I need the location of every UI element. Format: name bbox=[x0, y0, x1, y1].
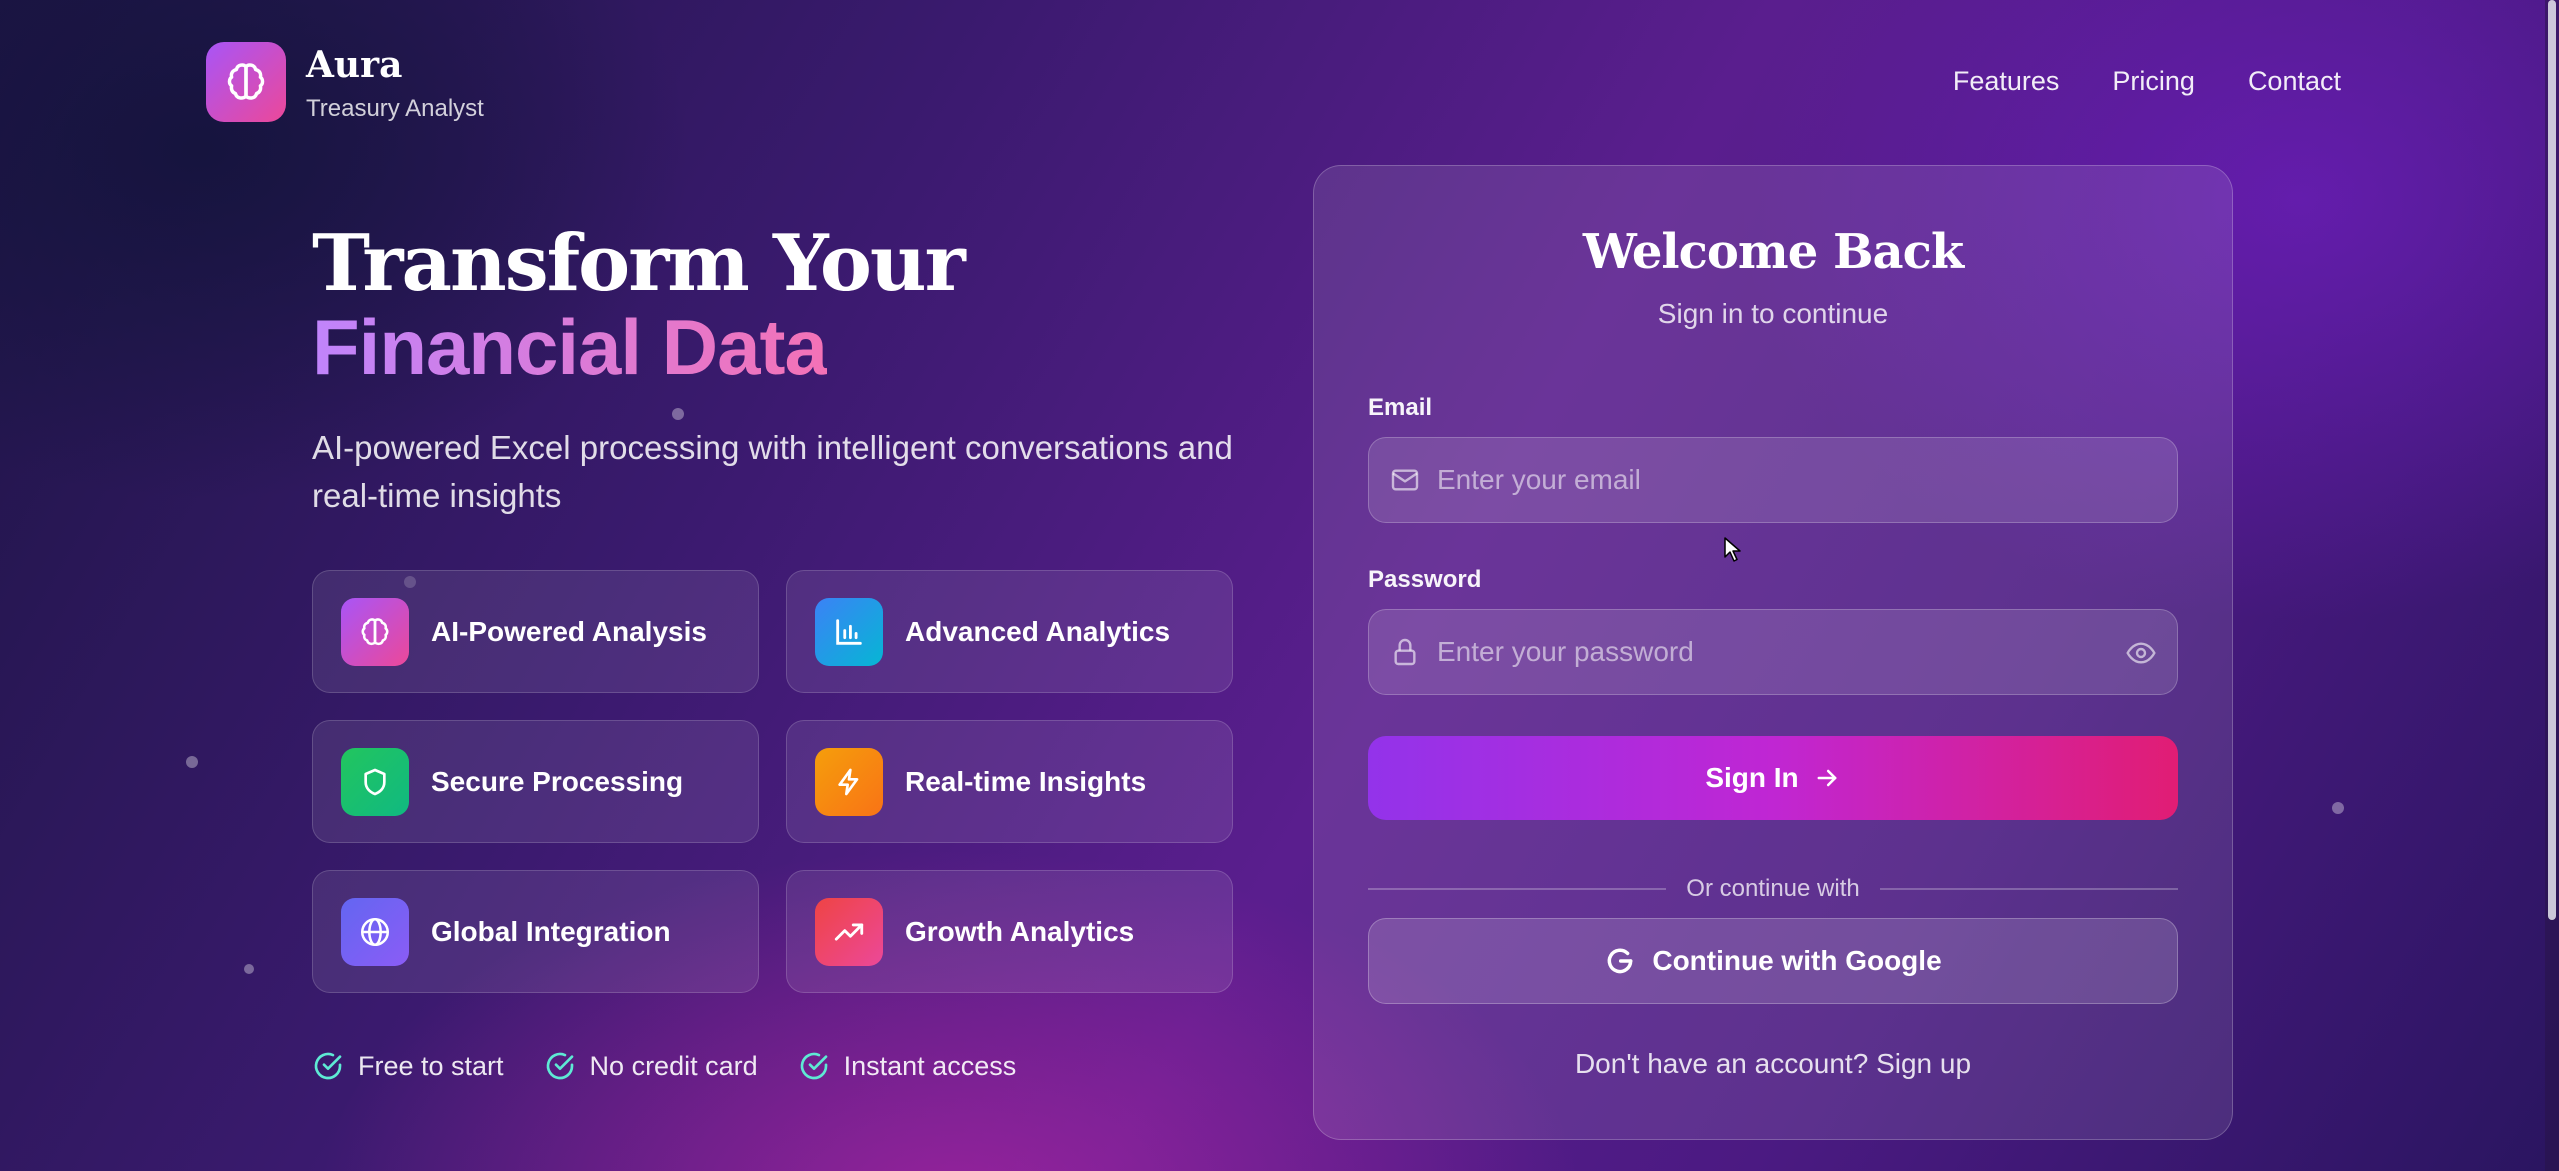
feature-label: Secure Processing bbox=[431, 765, 684, 797]
perk-label: Instant access bbox=[843, 1050, 1017, 1081]
sign-up-link[interactable]: Don't have an account? Sign up bbox=[1575, 1048, 1971, 1079]
divider-line bbox=[1368, 888, 1667, 890]
feature-label: Global Integration bbox=[431, 915, 671, 947]
perk-label: Free to start bbox=[358, 1050, 504, 1081]
feature-label: Growth Analytics bbox=[905, 915, 1135, 947]
nav-pricing[interactable]: Pricing bbox=[2112, 66, 2195, 97]
perk-item: Free to start bbox=[312, 1050, 504, 1082]
brain-icon bbox=[361, 617, 389, 645]
brand-logo[interactable] bbox=[206, 42, 286, 122]
top-nav: Features Pricing Contact bbox=[1953, 66, 2341, 97]
background-particle bbox=[244, 964, 254, 974]
google-signin-label: Continue with Google bbox=[1652, 945, 1942, 976]
or-divider: Or continue with bbox=[1368, 874, 2179, 904]
globe-icon bbox=[360, 917, 390, 946]
email-input[interactable] bbox=[1437, 464, 2077, 496]
background-particle bbox=[672, 408, 684, 420]
password-label: Password bbox=[1368, 566, 1482, 593]
check-circle-icon bbox=[800, 1052, 827, 1080]
login-card: Welcome Back Sign in to continue Email P… bbox=[1313, 165, 2233, 1140]
feature-icon-box bbox=[341, 897, 409, 966]
hero-title-line1: Transform Your bbox=[312, 218, 966, 309]
lock-icon bbox=[1394, 638, 1416, 666]
google-signin-button[interactable]: Continue with Google bbox=[1368, 918, 2178, 1004]
feature-card-growth-analytics: Growth Analytics bbox=[786, 870, 1233, 993]
brand-name: Aura bbox=[306, 44, 403, 86]
password-field[interactable] bbox=[1368, 609, 2178, 695]
divider-text: Or continue with bbox=[1686, 875, 1860, 902]
check-circle-icon bbox=[546, 1052, 573, 1080]
page-scrollbar[interactable] bbox=[2545, 0, 2559, 1171]
feature-icon-box bbox=[815, 747, 883, 816]
shield-icon bbox=[364, 768, 386, 795]
sign-in-button[interactable]: Sign In bbox=[1368, 736, 2178, 820]
feature-card-advanced-analytics: Advanced Analytics bbox=[786, 570, 1233, 693]
feature-grid: AI-Powered Analysis Advanced Analytics S… bbox=[312, 570, 1233, 993]
feature-icon-box bbox=[341, 747, 409, 816]
password-input[interactable] bbox=[1437, 636, 2077, 668]
mouse-cursor-icon bbox=[1724, 537, 1741, 562]
signup-row: Don't have an account? Sign up bbox=[1314, 1048, 2232, 1080]
hero-description: AI-powered Excel processing with intelli… bbox=[312, 429, 1233, 514]
perk-label: No credit card bbox=[589, 1050, 758, 1081]
perk-item: Instant access bbox=[798, 1050, 1017, 1082]
scrollbar-thumb[interactable] bbox=[2548, 0, 2556, 920]
trending-up-icon bbox=[834, 923, 864, 940]
login-subtitle: Sign in to continue bbox=[1657, 298, 1889, 329]
feature-card-ai-analysis: AI-Powered Analysis bbox=[312, 570, 759, 693]
check-circle-icon bbox=[314, 1052, 342, 1080]
feature-label: AI-Powered Analysis bbox=[431, 615, 707, 647]
login-title: Welcome Back bbox=[1582, 224, 1964, 280]
hero-title-line2: Financial Data bbox=[312, 303, 828, 391]
perks-list: Free to start No credit card Instant acc… bbox=[312, 1050, 1016, 1082]
feature-icon-box bbox=[815, 897, 883, 966]
divider-line bbox=[1879, 888, 2179, 890]
google-icon bbox=[1608, 948, 1633, 974]
feature-card-secure-processing: Secure Processing bbox=[312, 720, 759, 843]
feature-icon-box bbox=[815, 597, 883, 666]
perk-item: No credit card bbox=[544, 1050, 758, 1082]
background-particle bbox=[2332, 802, 2344, 814]
email-label: Email bbox=[1368, 394, 1433, 421]
mail-icon bbox=[1391, 469, 1419, 491]
nav-features[interactable]: Features bbox=[1953, 66, 2060, 97]
brand-subtitle: Treasury Analyst bbox=[306, 95, 484, 122]
email-field[interactable] bbox=[1368, 437, 2178, 523]
eye-icon[interactable] bbox=[2125, 637, 2157, 669]
sign-in-label: Sign In bbox=[1705, 762, 1799, 793]
arrow-right-icon bbox=[1817, 769, 1837, 787]
feature-icon-box bbox=[341, 597, 409, 666]
feature-label: Advanced Analytics bbox=[905, 615, 1171, 647]
feature-card-realtime-insights: Real-time Insights bbox=[786, 720, 1233, 843]
nav-contact[interactable]: Contact bbox=[2248, 66, 2341, 97]
feature-label: Real-time Insights bbox=[905, 765, 1147, 797]
background-particle bbox=[186, 756, 198, 768]
lightning-icon bbox=[838, 768, 859, 795]
brain-icon bbox=[227, 63, 265, 100]
bar-chart-icon bbox=[836, 618, 862, 645]
feature-card-global-integration: Global Integration bbox=[312, 870, 759, 993]
